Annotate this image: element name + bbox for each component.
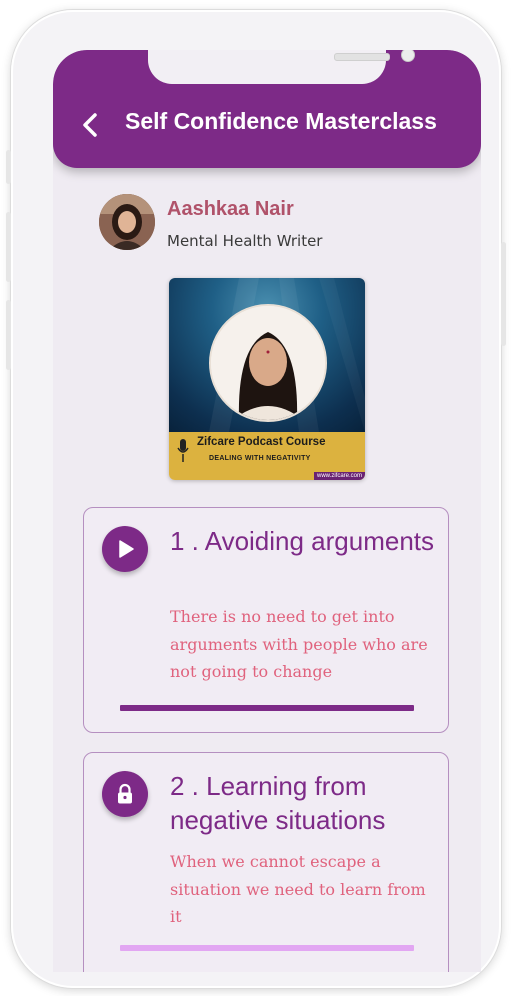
locked-lesson-button[interactable]: [102, 771, 148, 817]
author-name[interactable]: Aashkaa Nair: [167, 198, 294, 221]
volume-down-button: [6, 300, 11, 370]
author-role: Mental Health Writer: [167, 232, 323, 250]
play-button[interactable]: [102, 526, 148, 572]
chevron-left-icon: [83, 113, 97, 137]
avatar-image: [99, 194, 155, 250]
lesson-title: 1 . Avoiding arguments: [170, 526, 435, 556]
microphone-icon: [177, 439, 189, 462]
mute-switch: [6, 150, 11, 184]
phone-frame: Self Confidence Masterclass Aashkaa Nair…: [6, 10, 506, 988]
speaker-grille: [334, 53, 390, 61]
cover-url: www.zifcare.com: [313, 472, 365, 480]
lesson-description: There is no need to get into arguments w…: [170, 607, 428, 681]
page-title: Self Confidence Masterclass: [125, 108, 437, 134]
lesson-card[interactable]: 1 . Avoiding arguments There is no need …: [83, 507, 449, 733]
lock-icon: [118, 783, 132, 804]
cover-title: Zifcare Podcast Course: [197, 436, 326, 448]
lesson-progress-bar: [120, 705, 414, 711]
lesson-card[interactable]: 2 . Learning from negative situations Wh…: [83, 752, 449, 972]
volume-up-button: [6, 212, 11, 282]
app-screen: Self Confidence Masterclass Aashkaa Nair…: [53, 50, 481, 972]
lesson-progress-bar: [120, 945, 414, 951]
cover-subtitle: DEALING WITH NEGATIVITY: [209, 455, 311, 462]
back-button[interactable]: [79, 110, 103, 140]
host-portrait: [209, 304, 327, 422]
phone-notch: [148, 50, 415, 84]
lesson-title: 2 . Learning from negative situations: [170, 771, 386, 835]
lesson-description: When we cannot escape a situation we nee…: [170, 852, 426, 926]
author-avatar[interactable]: [99, 194, 155, 250]
play-icon: [119, 540, 134, 558]
power-button: [501, 242, 506, 346]
portrait-image: [211, 306, 325, 420]
course-cover-image: Zifcare Podcast Course DEALING WITH NEGA…: [169, 278, 365, 480]
